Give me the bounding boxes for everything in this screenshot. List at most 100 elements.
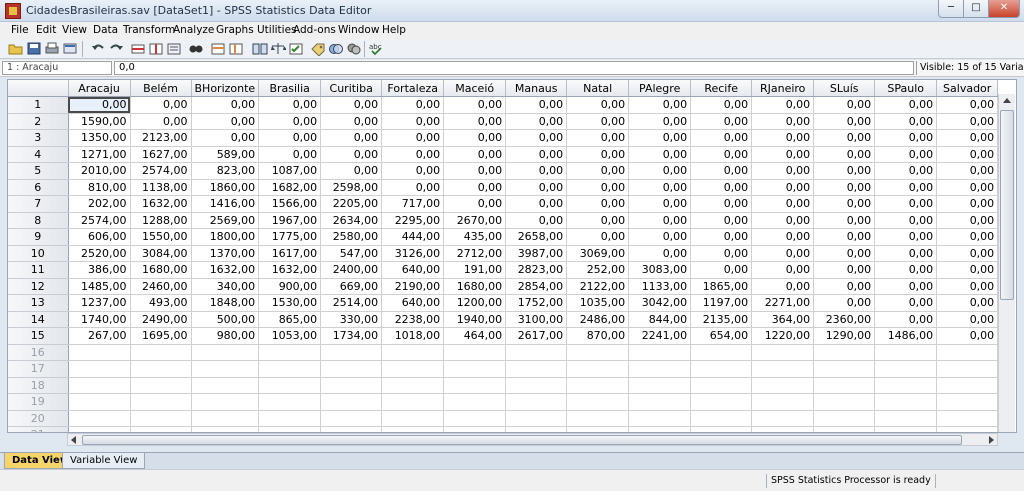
- empty-cell[interactable]: [690, 410, 753, 427]
- empty-cell[interactable]: [443, 360, 507, 378]
- data-cell[interactable]: 191,00: [443, 261, 507, 279]
- column-header[interactable]: Recife: [690, 80, 753, 97]
- menu-help[interactable]: Help: [382, 24, 406, 36]
- data-cell[interactable]: 444,00: [381, 228, 445, 246]
- empty-cell[interactable]: [874, 410, 938, 427]
- data-cell[interactable]: 1220,00: [751, 327, 815, 345]
- empty-cell[interactable]: [690, 360, 753, 378]
- data-cell[interactable]: 0,00: [751, 96, 815, 114]
- data-cell[interactable]: 0,00: [874, 228, 938, 246]
- data-cell[interactable]: 1290,00: [813, 327, 876, 345]
- data-cell[interactable]: 1035,00: [566, 294, 630, 312]
- data-cell[interactable]: 0,00: [566, 113, 630, 130]
- data-cell[interactable]: 0,00: [505, 96, 568, 114]
- spell-check-icon[interactable]: abc: [368, 41, 384, 56]
- data-cell[interactable]: 1695,00: [130, 327, 192, 345]
- data-cell[interactable]: 0,00: [751, 146, 815, 163]
- column-header[interactable]: Maceió: [443, 80, 507, 97]
- data-cell[interactable]: 0,00: [874, 129, 938, 147]
- undo-icon[interactable]: [90, 41, 106, 56]
- data-cell[interactable]: 1138,00: [130, 179, 192, 196]
- data-cell[interactable]: 640,00: [381, 261, 445, 279]
- data-cell[interactable]: 0,00: [690, 96, 753, 114]
- empty-cell[interactable]: [68, 393, 131, 411]
- data-cell[interactable]: 1350,00: [68, 129, 131, 147]
- row-number[interactable]: 15: [8, 327, 69, 345]
- minimize-button[interactable]: ─: [938, 0, 964, 18]
- data-cell[interactable]: 0,00: [751, 129, 815, 147]
- data-cell[interactable]: 2238,00: [381, 311, 445, 328]
- tab-variable-view[interactable]: Variable View: [62, 453, 146, 469]
- data-cell[interactable]: 0,00: [874, 278, 938, 295]
- data-cell[interactable]: 2271,00: [751, 294, 815, 312]
- data-cell[interactable]: 0,00: [191, 96, 260, 114]
- data-cell[interactable]: 0,00: [443, 113, 507, 130]
- data-cell[interactable]: 717,00: [381, 195, 445, 213]
- empty-cell[interactable]: [813, 377, 876, 394]
- print-icon[interactable]: [44, 41, 60, 56]
- data-cell[interactable]: 823,00: [191, 162, 260, 180]
- empty-cell[interactable]: [813, 360, 876, 378]
- menu-transform[interactable]: Transform: [123, 24, 175, 36]
- data-cell[interactable]: 3042,00: [628, 294, 692, 312]
- data-cell[interactable]: 2490,00: [130, 311, 192, 328]
- data-cell[interactable]: 267,00: [68, 327, 131, 345]
- data-cell[interactable]: 330,00: [320, 311, 383, 328]
- data-cell[interactable]: 2598,00: [320, 179, 383, 196]
- column-header[interactable]: Brasilia: [258, 80, 322, 97]
- data-cell[interactable]: 0,00: [320, 162, 383, 180]
- row-number[interactable]: 12: [8, 278, 69, 295]
- data-cell[interactable]: 386,00: [68, 261, 131, 279]
- data-cell[interactable]: 2574,00: [68, 212, 131, 229]
- data-cell[interactable]: 0,00: [628, 212, 692, 229]
- data-cell[interactable]: 1848,00: [191, 294, 260, 312]
- data-cell[interactable]: 0,00: [936, 294, 999, 312]
- data-cell[interactable]: 2617,00: [505, 327, 568, 345]
- data-cell[interactable]: 340,00: [191, 278, 260, 295]
- split-file-icon[interactable]: [252, 41, 268, 56]
- data-cell[interactable]: 0,00: [813, 261, 876, 279]
- data-cell[interactable]: 2670,00: [443, 212, 507, 229]
- row-number[interactable]: 3: [8, 129, 69, 147]
- data-cell[interactable]: 2123,00: [130, 129, 192, 147]
- empty-cell[interactable]: [381, 360, 445, 378]
- empty-cell[interactable]: [443, 393, 507, 411]
- data-cell[interactable]: 2574,00: [130, 162, 192, 180]
- empty-cell[interactable]: [813, 410, 876, 427]
- data-cell[interactable]: 1133,00: [628, 278, 692, 295]
- data-cell[interactable]: 0,00: [936, 195, 999, 213]
- data-cell[interactable]: 0,00: [690, 212, 753, 229]
- data-cell[interactable]: 493,00: [130, 294, 192, 312]
- data-cell[interactable]: 0,00: [936, 278, 999, 295]
- data-cell[interactable]: 2580,00: [320, 228, 383, 246]
- empty-cell[interactable]: [320, 410, 383, 427]
- data-cell[interactable]: 1617,00: [258, 245, 322, 262]
- data-cell[interactable]: 1550,00: [130, 228, 192, 246]
- data-cell[interactable]: 2400,00: [320, 261, 383, 279]
- row-number[interactable]: 6: [8, 179, 69, 196]
- data-cell[interactable]: 870,00: [566, 327, 630, 345]
- data-cell[interactable]: 0,00: [628, 129, 692, 147]
- data-cell[interactable]: 0,00: [566, 162, 630, 180]
- menu-add-ons[interactable]: Add-ons: [293, 24, 336, 36]
- empty-cell[interactable]: [130, 360, 192, 378]
- data-cell[interactable]: 0,00: [566, 129, 630, 147]
- data-cell[interactable]: 0,00: [936, 129, 999, 147]
- weight-cases-icon[interactable]: [270, 41, 287, 56]
- row-number[interactable]: 1: [8, 96, 69, 114]
- empty-cell[interactable]: [751, 377, 815, 394]
- data-cell[interactable]: 0,00: [505, 162, 568, 180]
- data-cell[interactable]: 0,00: [751, 179, 815, 196]
- dialog-recall-icon[interactable]: [62, 41, 78, 56]
- row-number[interactable]: 20: [8, 410, 69, 427]
- empty-cell[interactable]: [628, 344, 692, 361]
- empty-cell[interactable]: [690, 344, 753, 361]
- empty-cell[interactable]: [751, 393, 815, 411]
- data-cell[interactable]: 1271,00: [68, 146, 131, 163]
- data-cell[interactable]: 1632,00: [191, 261, 260, 279]
- empty-cell[interactable]: [751, 410, 815, 427]
- data-cell[interactable]: 0,00: [320, 96, 383, 114]
- empty-cell[interactable]: [381, 393, 445, 411]
- data-cell[interactable]: 0,00: [505, 129, 568, 147]
- column-header[interactable]: PAlegre: [628, 80, 692, 97]
